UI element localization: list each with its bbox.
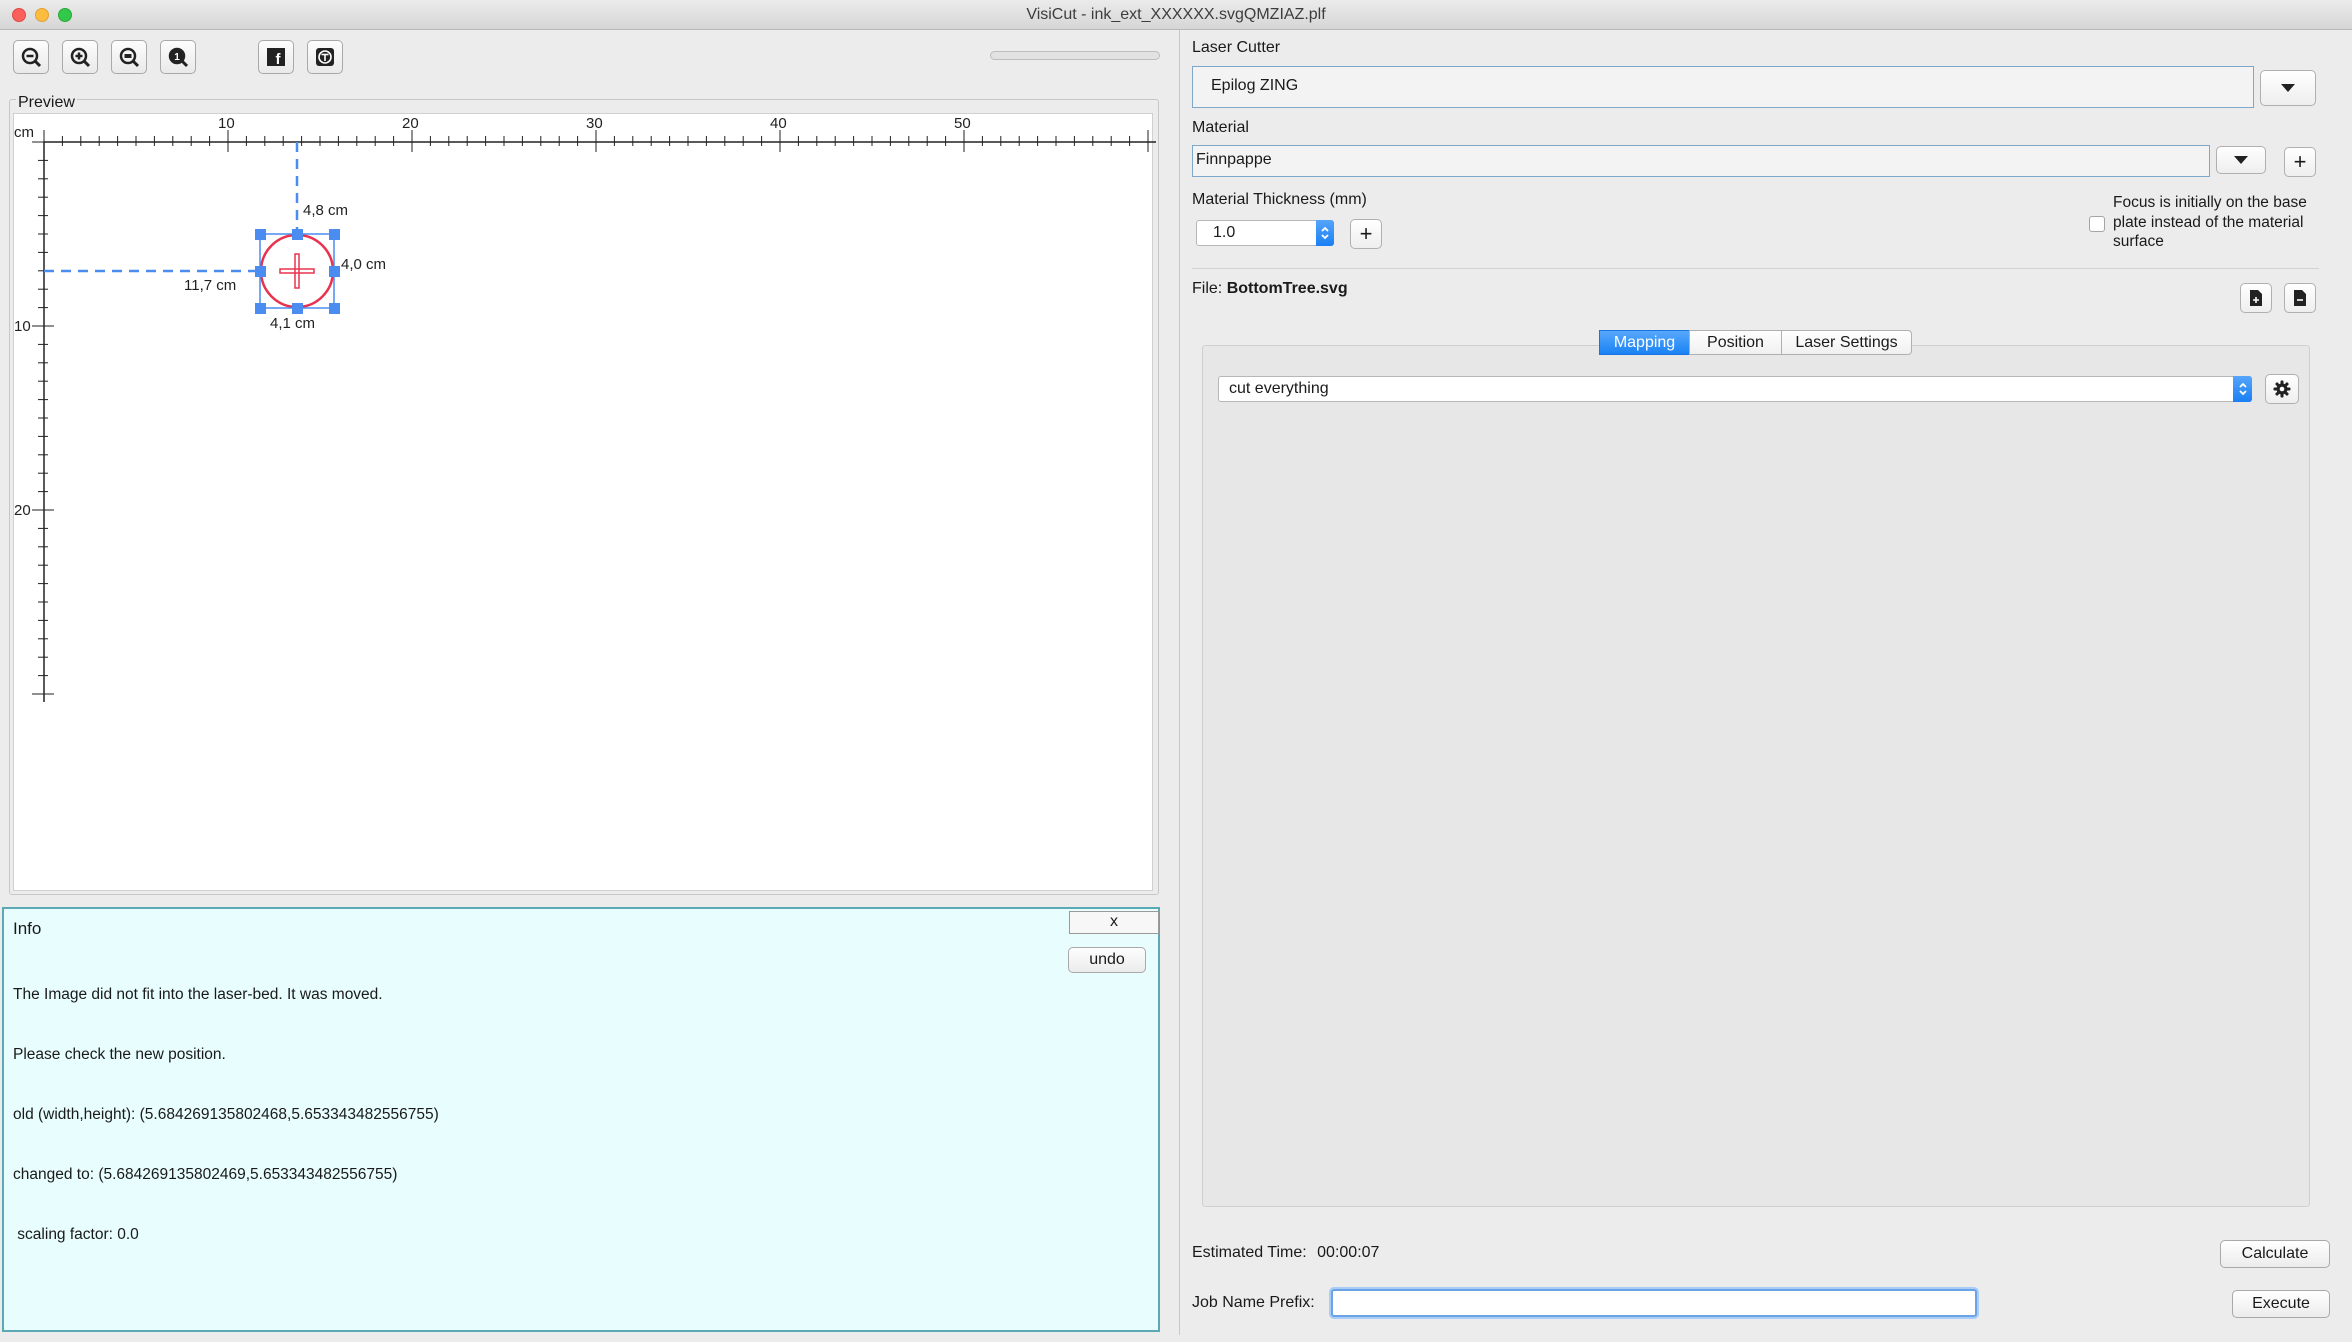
tab-mapping[interactable]: Mapping — [1599, 330, 1690, 355]
mapping-value: cut everything — [1229, 380, 1329, 397]
ruler-x-label: 50 — [954, 115, 971, 132]
chevron-down-icon — [2234, 156, 2248, 164]
job-name-prefix-label: Job Name Prefix: — [1192, 1294, 1315, 1311]
material-label: Material — [1192, 119, 1249, 136]
estimated-time: Estimated Time: 00:00:07 — [1192, 1244, 1379, 1262]
add-file-button[interactable] — [2240, 283, 2272, 313]
thingiverse-button[interactable] — [307, 40, 343, 74]
preview-svg: 10 20 30 40 501020 cm 4,8 cm 11,7 cm 4,0 cm … — [14, 115, 1156, 702]
handle-top-left[interactable] — [255, 229, 266, 240]
estimated-time-value: 00:00:07 — [1317, 1244, 1380, 1261]
title-bar: VisiCut - ink_ext_XXXXXX.svgQMZIAZ.plf — [0, 0, 2352, 30]
handle-top-right[interactable] — [329, 229, 340, 240]
dimension-top-label: 4,8 cm — [303, 202, 348, 219]
zoom-in-button[interactable] — [62, 40, 98, 74]
laser-cutter-label: Laser Cutter — [1192, 39, 1281, 56]
ruler-y-label: 20 — [14, 502, 31, 519]
info-panel: Info x undo The Image did not fit into t… — [2, 907, 1160, 1332]
tab-position[interactable]: Position — [1689, 330, 1782, 355]
material-field[interactable]: Finnpappe — [1192, 145, 2210, 177]
separator — [1192, 268, 2319, 269]
design-circle[interactable] — [259, 233, 335, 309]
add-file-icon — [2250, 290, 2262, 306]
dimension-left-label: 11,7 cm — [184, 277, 236, 294]
preview-legend: Preview — [16, 94, 77, 112]
zoom-out-button[interactable] — [13, 40, 49, 74]
execute-button[interactable]: Execute — [2232, 1290, 2330, 1318]
chevron-down-icon — [2281, 84, 2295, 92]
facebook-icon: f — [267, 48, 285, 67]
tab-laser-settings[interactable]: Laser Settings — [1781, 330, 1912, 355]
info-close-button[interactable]: x — [1069, 911, 1159, 934]
handle-right[interactable] — [329, 266, 340, 277]
file-prefix: File: — [1192, 280, 1223, 297]
ruler-x-label: 10 — [218, 115, 235, 132]
zoom-out-icon — [21, 47, 42, 68]
up-down-arrows-icon — [2238, 382, 2247, 396]
window-title: VisiCut - ink_ext_XXXXXX.svgQMZIAZ.plf — [1026, 6, 1326, 23]
estimated-time-label: Estimated Time: — [1192, 1244, 1307, 1261]
focus-checkbox[interactable] — [2089, 216, 2105, 232]
mapping-stepper[interactable] — [2233, 376, 2252, 402]
preview-canvas[interactable]: 10 20 30 40 50 10 20 cm 4,8 cm 11,7 cm 4,0 cm … — [13, 113, 1156, 891]
thickness-value: 1.0 — [1213, 224, 1236, 241]
add-thickness-button[interactable]: + — [1350, 219, 1382, 249]
info-line: The Image did not fit into the laser-bed… — [13, 986, 383, 1003]
handle-bottom-right[interactable] — [329, 303, 340, 314]
ruler-x-label: 20 — [402, 115, 419, 132]
mapping-settings-button[interactable] — [2265, 374, 2299, 404]
info-line: changed to: (5.684269135802469,5.6533434… — [13, 1166, 398, 1183]
resize-handles[interactable] — [255, 229, 340, 314]
gear-icon — [2273, 380, 2291, 398]
zoom-100-icon: 1 — [168, 47, 189, 68]
file-name: BottomTree.svg — [1226, 280, 1348, 297]
remove-file-button[interactable] — [2284, 283, 2316, 313]
split-pane-divider[interactable] — [1179, 30, 1180, 1335]
progress-bar — [990, 51, 1160, 60]
rulers: 10 20 30 40 50 10 20 — [14, 115, 1156, 702]
up-down-arrows-icon — [1321, 226, 1329, 240]
zoom-fit-icon — [119, 47, 140, 68]
remove-file-icon — [2294, 290, 2306, 306]
file-label: File: BottomTree.svg — [1192, 280, 1348, 298]
info-line: scaling factor: 0.0 — [13, 1226, 139, 1243]
calculate-button[interactable]: Calculate — [2220, 1240, 2330, 1268]
add-material-button[interactable]: + — [2284, 147, 2316, 177]
dimension-right-label: 4,0 cm — [341, 256, 386, 273]
handle-left[interactable] — [255, 266, 266, 277]
ruler-unit-label: cm — [14, 124, 34, 141]
handle-top[interactable] — [292, 229, 303, 240]
zoom-fit-button[interactable] — [111, 40, 147, 74]
material-dropdown-button[interactable] — [2216, 146, 2266, 174]
zoom-in-icon — [70, 47, 91, 68]
thingiverse-icon — [316, 48, 334, 66]
handle-bottom-left[interactable] — [255, 303, 266, 314]
job-name-prefix-input[interactable] — [1331, 1289, 1977, 1317]
info-line: old (width,height): (5.684269135802468,5… — [13, 1106, 439, 1123]
laser-cutter-dropdown-button[interactable] — [2260, 70, 2316, 106]
material-thickness-label: Material Thickness (mm) — [1192, 191, 1367, 208]
laser-cutter-field[interactable]: Epilog ZING — [1192, 66, 2254, 108]
tab-content-mapping: cut everything — [1202, 345, 2310, 1207]
design-crosshair — [279, 253, 315, 289]
undo-button[interactable]: undo — [1068, 947, 1146, 973]
svg-text:1: 1 — [174, 52, 180, 63]
ruler-y-label: 10 — [14, 318, 31, 335]
handle-bottom[interactable] — [292, 303, 303, 314]
ruler-x-label: 40 — [770, 115, 787, 132]
info-title: Info — [13, 919, 42, 938]
zoom-100-button[interactable]: 1 — [160, 40, 196, 74]
info-message: The Image did not fit into the laser-bed… — [13, 945, 439, 1285]
plus-icon: + — [2293, 149, 2307, 174]
stepper-arrows[interactable] — [1316, 220, 1334, 246]
thickness-combobox[interactable]: 1.0 — [1196, 220, 1334, 246]
mapping-combobox[interactable]: cut everything — [1218, 376, 2252, 402]
focus-checkbox-label: Focus is initially on the base plate ins… — [2113, 194, 2307, 250]
facebook-button[interactable]: f — [258, 40, 294, 74]
info-line: Please check the new position. — [13, 1046, 226, 1063]
plus-icon: + — [1359, 221, 1373, 246]
dimension-bottom-label: 4,1 cm — [270, 315, 315, 332]
ruler-x-label: 30 — [586, 115, 603, 132]
